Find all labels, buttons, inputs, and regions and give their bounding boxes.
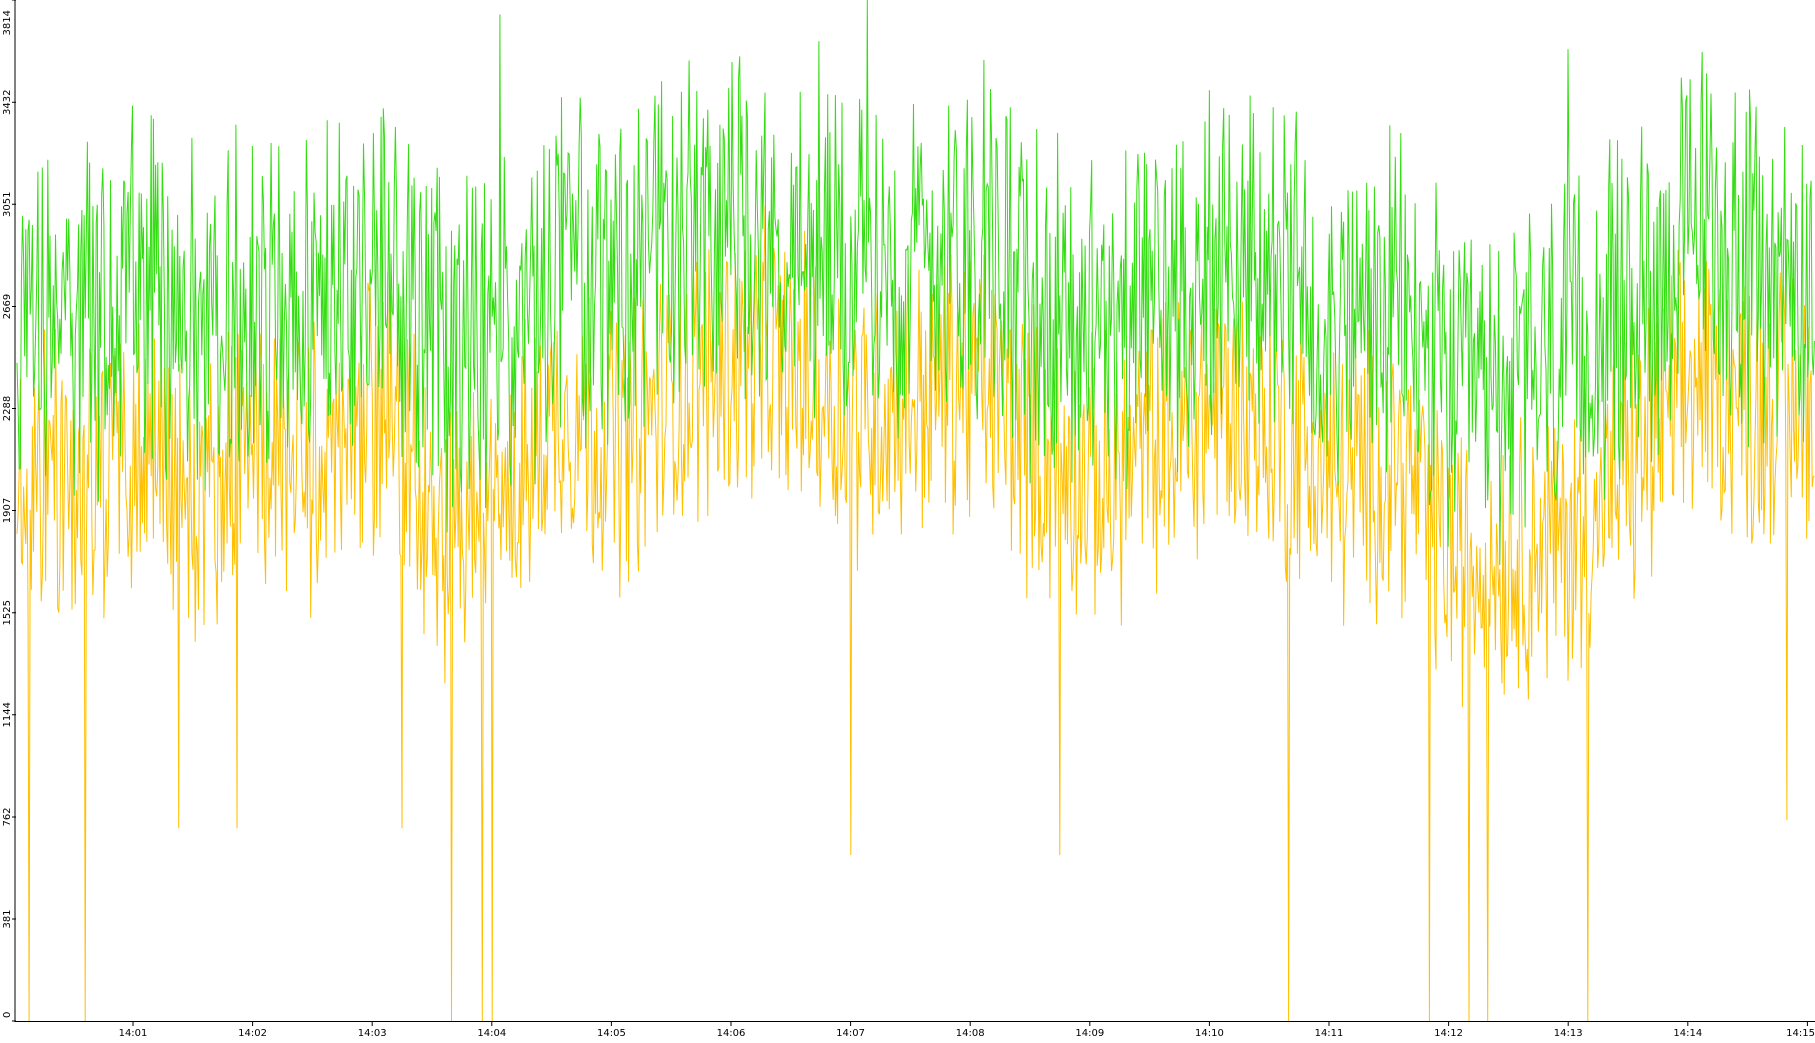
y-tick-label: 1525 xyxy=(2,600,13,625)
line-chart: 0 381 762 1144 1525 1907 2288 2669 3051 3432 3814 … xyxy=(0,0,1815,1039)
x-tick-label: 14:07 xyxy=(836,1028,865,1039)
y-tick-label: 3051 xyxy=(2,192,13,217)
y-tick-label: 0 xyxy=(2,1012,13,1018)
x-tick-label: 14:04 xyxy=(477,1028,506,1039)
y-tick-label: 3814 xyxy=(2,10,13,35)
x-tick-label: 14:12 xyxy=(1434,1028,1463,1039)
x-tick-label: 14:13 xyxy=(1554,1028,1583,1039)
y-tick-label: 2669 xyxy=(2,294,13,319)
y-tick-label: 2288 xyxy=(2,396,13,421)
x-tick-label: 14:11 xyxy=(1315,1028,1344,1039)
y-tick-label: 1144 xyxy=(2,702,13,727)
series-layer xyxy=(16,0,1815,1022)
y-tick-label: 1907 xyxy=(2,498,13,523)
x-tick-label: 14:05 xyxy=(597,1028,626,1039)
x-tick-label: 14:06 xyxy=(717,1028,746,1039)
y-tick-label: 381 xyxy=(2,909,13,928)
x-tick-label: 14:10 xyxy=(1195,1028,1224,1039)
x-tick-label: 14:15 xyxy=(1786,1028,1815,1039)
x-tick-label: 14:01 xyxy=(119,1028,148,1039)
x-tick-label: 14:09 xyxy=(1075,1028,1104,1039)
x-tick-label: 14:02 xyxy=(238,1028,267,1039)
y-tick-label: 3432 xyxy=(2,90,13,115)
x-tick-label: 14:03 xyxy=(358,1028,387,1039)
chart-svg: 038176211441525190722882669305134323814 … xyxy=(2,0,1815,1039)
x-tick-label: 14:14 xyxy=(1673,1028,1702,1039)
x-tick-layer: 14:01 14:02 14:03 14:04 14:05 14:06 14:07 14:08… xyxy=(119,1021,1815,1039)
y-tick-label: 762 xyxy=(2,807,13,826)
y-tick-layer: 0 381 762 1144 1525 1907 2288 2669 3051 3432 3814 xyxy=(2,0,16,1022)
x-tick-label: 14:08 xyxy=(956,1028,985,1039)
